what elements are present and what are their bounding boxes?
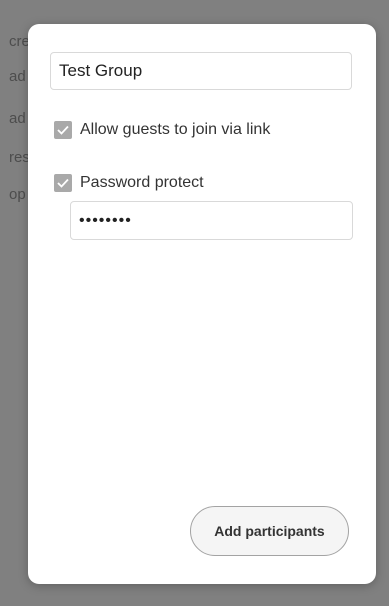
- allow-guests-checkbox[interactable]: [54, 121, 72, 139]
- group-settings-dialog: Allow guests to join via link Password p…: [28, 24, 376, 584]
- password-protect-label: Password protect: [80, 174, 204, 191]
- checkmark-icon: [57, 178, 69, 188]
- password-input[interactable]: [70, 201, 353, 240]
- allow-guests-label: Allow guests to join via link: [80, 121, 271, 138]
- password-protect-checkbox-row[interactable]: Password protect: [54, 174, 204, 192]
- password-protect-checkbox[interactable]: [54, 174, 72, 192]
- checkmark-icon: [57, 125, 69, 135]
- add-participants-button[interactable]: Add participants: [190, 506, 349, 556]
- group-name-input[interactable]: [50, 52, 352, 90]
- allow-guests-checkbox-row[interactable]: Allow guests to join via link: [54, 121, 270, 139]
